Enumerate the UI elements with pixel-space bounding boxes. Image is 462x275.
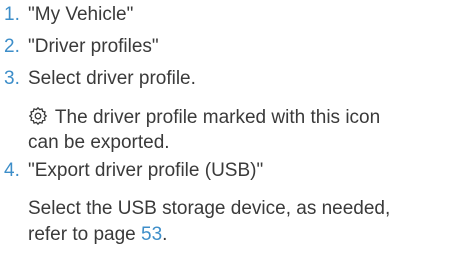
step-3-note: The driver profile marked with this icon…: [28, 106, 460, 158]
note-text: Select the USB storage device, as needed…: [28, 198, 391, 219]
note-text: .: [162, 224, 168, 245]
step-number: 2.: [4, 36, 20, 57]
step-number: 1.: [4, 4, 20, 25]
step-4-note: Select the USB storage device, as needed…: [28, 198, 460, 250]
step-text: Select driver profile.: [28, 68, 196, 89]
note-line: refer to page 53.: [28, 224, 460, 250]
step-number: 4.: [4, 160, 20, 181]
note-text: The driver profile marked with this icon: [50, 107, 381, 128]
page-reference-link[interactable]: 53: [141, 224, 162, 245]
note-text: can be exported.: [28, 132, 170, 153]
step-text: "Export driver profile (USB)": [28, 160, 264, 181]
instruction-list: 1. "My Vehicle" 2. "Driver profiles" 3. …: [0, 0, 462, 275]
note-text: refer to page: [28, 224, 142, 245]
step-text: "My Vehicle": [28, 4, 134, 25]
step-text: "Driver profiles": [28, 36, 159, 57]
gear-icon: [28, 106, 48, 126]
step-number: 3.: [4, 68, 20, 89]
note-line: The driver profile marked with this icon: [28, 106, 460, 132]
